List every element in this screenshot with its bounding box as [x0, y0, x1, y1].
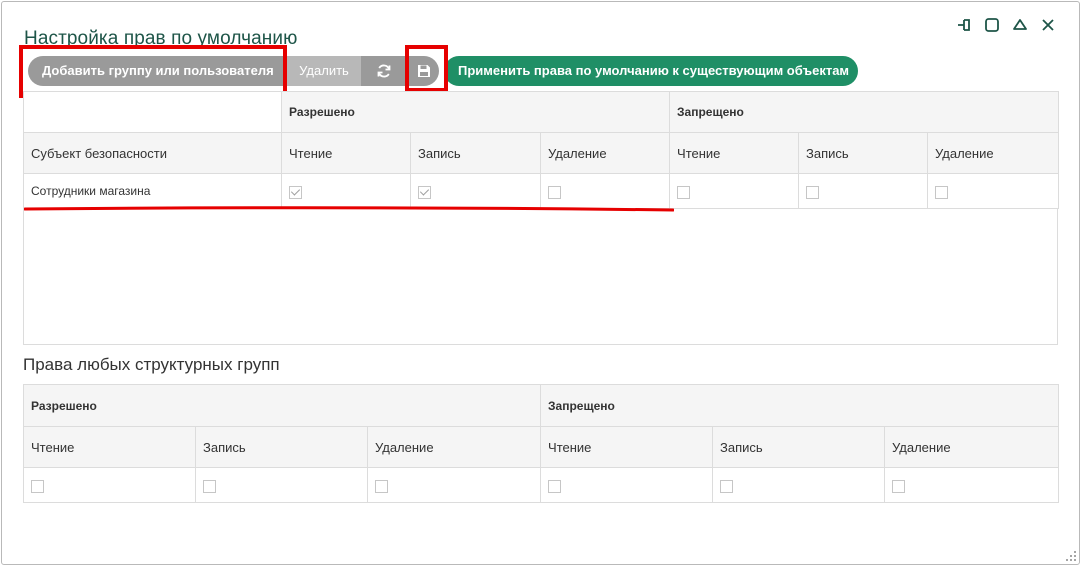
- checkbox-write-denied[interactable]: [806, 185, 820, 199]
- maximize-icon[interactable]: [983, 16, 1001, 34]
- header-empty: [23, 91, 282, 133]
- cell: [884, 467, 1060, 503]
- cell: [195, 467, 368, 503]
- cell: [540, 467, 714, 503]
- refresh-icon: [377, 64, 391, 78]
- checkbox-delete-denied[interactable]: [892, 479, 906, 493]
- checkbox-delete-allowed[interactable]: [548, 185, 561, 199]
- subject-header: Субъект безопасности: [23, 132, 282, 174]
- collapse-icon[interactable]: [1011, 16, 1029, 34]
- rights-table: Разрешено Запрещено Субъект безопасности…: [23, 91, 1060, 209]
- cell: [669, 173, 800, 209]
- col-read-allowed: Чтение: [281, 132, 411, 174]
- apply-default-rights-button[interactable]: Применить права по умолчанию к существую…: [444, 56, 858, 86]
- cell: [366, 467, 542, 503]
- col-delete-denied: Удаление: [884, 426, 1060, 468]
- highlight-underline: [24, 206, 674, 212]
- delete-button[interactable]: Удалить: [287, 56, 361, 86]
- highlight-save-button: [405, 45, 448, 92]
- col-delete-denied: Удаление: [927, 132, 1060, 174]
- col-read-denied: Чтение: [669, 132, 800, 174]
- col-delete-allowed: Удаление: [366, 426, 542, 468]
- checkbox-write-allowed[interactable]: [418, 185, 431, 199]
- col-write-allowed: Запись: [195, 426, 368, 468]
- cell: [712, 467, 886, 503]
- cell: [539, 173, 671, 209]
- group-denied-header: Запрещено: [669, 91, 1060, 133]
- pin-icon[interactable]: [955, 16, 973, 34]
- col-read-allowed: Чтение: [23, 426, 196, 468]
- checkbox-read-allowed[interactable]: [289, 185, 302, 199]
- group-denied-header: Запрещено: [540, 384, 1060, 427]
- checkbox-write-denied[interactable]: [720, 479, 734, 493]
- col-write-denied: Запись: [712, 426, 886, 468]
- col-delete-allowed: Удаление: [539, 132, 671, 174]
- structural-groups-table: Разрешено Запрещено Чтение Запись Удален…: [22, 384, 1060, 503]
- checkbox-read-denied[interactable]: [548, 479, 562, 493]
- cell: [798, 173, 929, 209]
- close-icon[interactable]: [1039, 16, 1057, 34]
- cell: [23, 467, 196, 503]
- cell: [927, 173, 1060, 209]
- checkbox-write-allowed[interactable]: [203, 479, 216, 493]
- subject-cell[interactable]: Сотрудники магазина: [23, 173, 282, 209]
- checkbox-read-denied[interactable]: [677, 185, 691, 199]
- window-controls: [955, 16, 1057, 34]
- resize-handle-icon[interactable]: [1065, 550, 1077, 562]
- checkbox-read-allowed[interactable]: [31, 479, 44, 493]
- group-allowed-header: Разрешено: [22, 384, 542, 427]
- table-row: [23, 467, 1060, 503]
- cell: [281, 173, 411, 209]
- checkbox-delete-denied[interactable]: [935, 185, 949, 199]
- refresh-button[interactable]: [361, 56, 407, 86]
- table-row[interactable]: Сотрудники магазина: [23, 173, 1060, 209]
- col-write-denied: Запись: [798, 132, 929, 174]
- col-write-allowed: Запись: [410, 132, 541, 174]
- section-title: Права любых структурных групп: [23, 355, 280, 374]
- col-read-denied: Чтение: [540, 426, 714, 468]
- table-empty-area: [23, 208, 1058, 345]
- checkbox-delete-allowed[interactable]: [375, 479, 388, 493]
- group-allowed-header: Разрешено: [280, 91, 671, 133]
- cell: [410, 173, 541, 209]
